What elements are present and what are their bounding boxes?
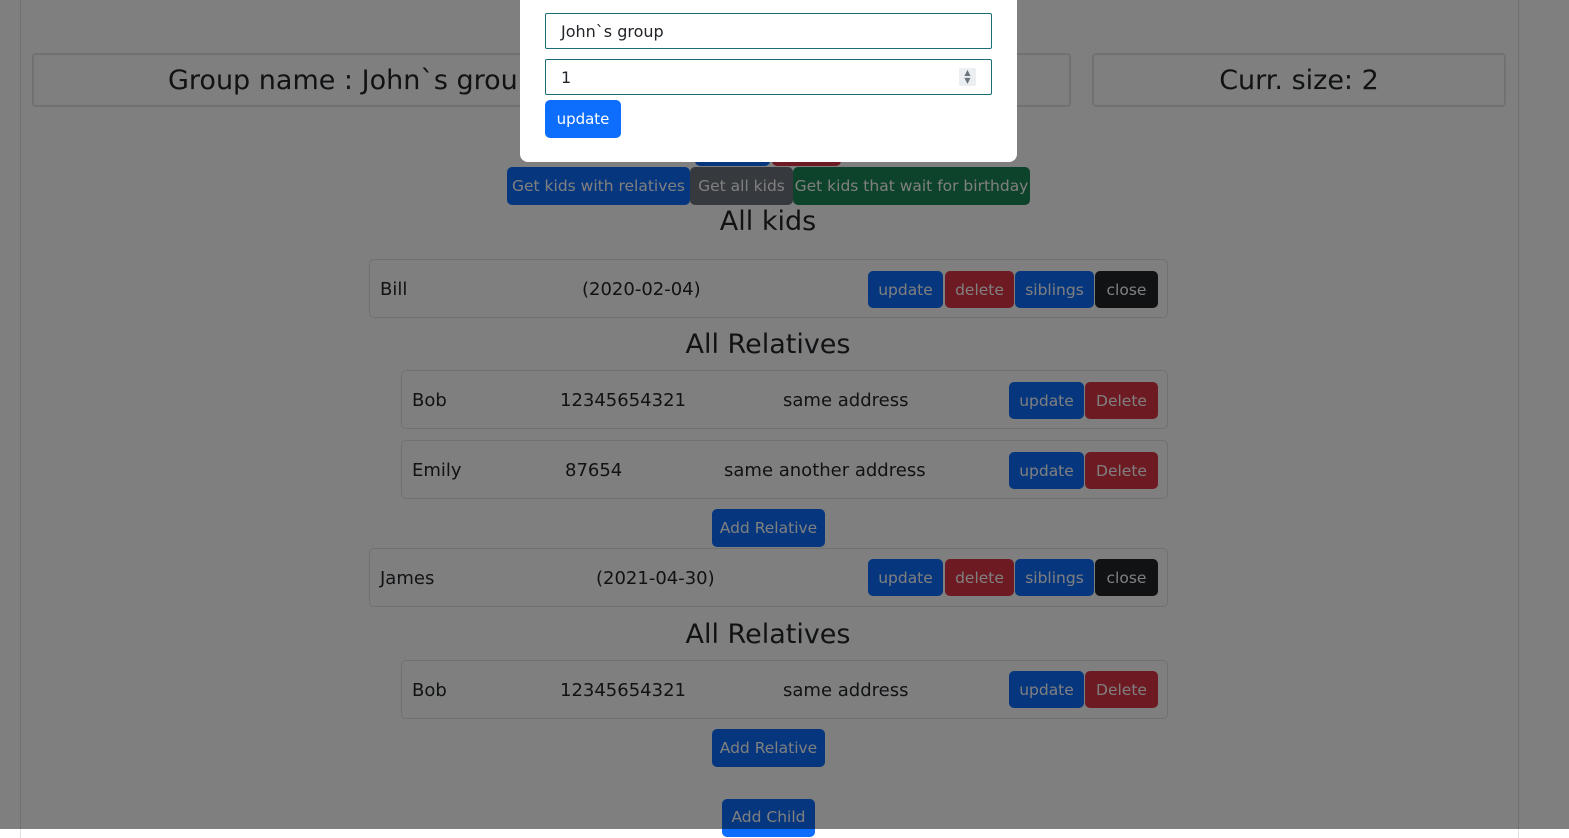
number-spinner[interactable]: ▲ ▼ (959, 68, 976, 86)
group-name-input-value: John`s group (561, 21, 664, 41)
update-group-modal: John`s group 1 ▲ ▼ update (520, 0, 1017, 162)
modal-update-button[interactable]: update (545, 100, 621, 138)
group-size-input[interactable]: 1 ▲ ▼ (545, 59, 992, 95)
group-name-input[interactable]: John`s group (545, 13, 992, 49)
chevron-down-icon[interactable]: ▼ (964, 77, 970, 85)
group-size-input-value: 1 (561, 67, 572, 87)
